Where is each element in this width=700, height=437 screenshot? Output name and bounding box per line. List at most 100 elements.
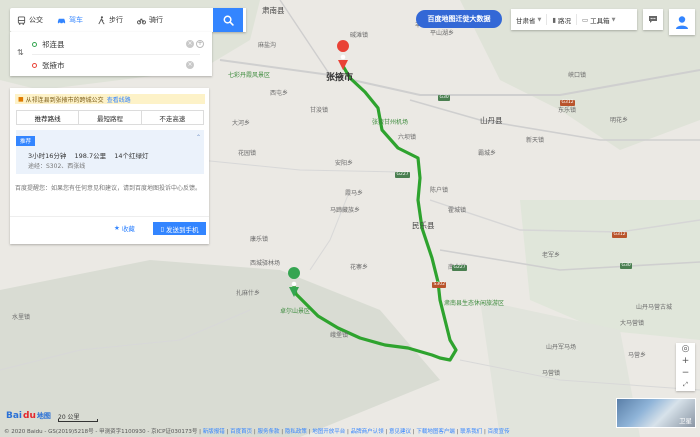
user-icon xyxy=(676,16,688,29)
add-waypoint-icon[interactable]: + xyxy=(196,40,204,48)
bus-icon xyxy=(17,15,26,25)
bus-icon: ■ xyxy=(18,95,24,103)
logo-text: Bai xyxy=(6,411,23,421)
copyright-text: © 2020 Baidu - GS(2019)5218号 - 甲测资字11009… xyxy=(4,429,198,435)
toolbox-label: 工具箱 xyxy=(590,16,610,25)
logo-paw-text: du xyxy=(23,411,36,421)
place-label: 老军乡 xyxy=(542,252,561,259)
swap-icon[interactable]: ⇅ xyxy=(17,48,24,57)
place-label: 山丹马营古城 xyxy=(636,304,673,311)
favorite-button[interactable]: ★ 收藏 xyxy=(114,223,135,233)
footer-link[interactable]: 百度首页 xyxy=(230,429,252,435)
place-label: 峡口镇 xyxy=(568,72,587,79)
footer-link[interactable]: 意见建议 xyxy=(389,429,411,435)
route-input-box: ⇅ 祁连县 × + 张掖市 × xyxy=(10,32,212,76)
poi-label: 卓尔山景区 xyxy=(280,308,311,315)
toolbox-button[interactable]: ▭ 工具箱 ▼ xyxy=(577,14,621,25)
poi-label: 七彩丹霞风景区 xyxy=(228,72,271,79)
footer-link[interactable]: 联系我们 xyxy=(460,429,482,435)
region-label: 甘肃省 xyxy=(516,16,536,25)
traffic-icon: ▮ xyxy=(552,15,556,24)
poi-label: 肃南县生态休闲旅游区 xyxy=(444,300,505,307)
place-label: 民乐县 xyxy=(412,221,435,230)
tab-label: 步行 xyxy=(109,16,123,24)
message-icon xyxy=(649,16,657,23)
place-label: 大马营镇 xyxy=(620,320,645,327)
end-value: 张掖市 xyxy=(42,60,65,70)
start-field[interactable]: 祁连县 × + xyxy=(32,35,204,53)
place-label: 陈户镇 xyxy=(430,187,449,194)
end-field[interactable]: 张掖市 × xyxy=(32,56,202,74)
place-label: 山丹军马场 xyxy=(546,344,577,351)
user-avatar-button[interactable] xyxy=(669,9,695,35)
city-label-zhangye: 张掖市 xyxy=(326,73,354,83)
satellite-label: 卫星 xyxy=(679,417,692,425)
place-label: 安阳乡 xyxy=(335,160,354,167)
search-button[interactable] xyxy=(213,8,243,32)
footer-link[interactable]: 品牌商户认领 xyxy=(351,429,384,435)
chevron-down-icon: ▼ xyxy=(537,16,542,23)
option-recommended[interactable]: 推荐路线 xyxy=(17,111,80,124)
migration-bigdata-button[interactable]: 百度地图迁徙大数据 xyxy=(416,10,502,28)
option-no-highway[interactable]: 不走高速 xyxy=(142,111,203,124)
option-shortest[interactable]: 最短路程 xyxy=(79,111,142,124)
footer-link[interactable]: 隐私政策 xyxy=(285,429,307,435)
place-label: 麻盐沟 xyxy=(258,42,277,49)
mode-tabbar: 公交 驾车 步行 骑行 ✕ xyxy=(10,8,246,32)
place-label: 花寨乡 xyxy=(350,264,369,271)
zoom-out-button[interactable]: − xyxy=(676,367,695,379)
send-to-phone-button[interactable]: ▯ 发送到手机 xyxy=(153,222,206,235)
traffic-button[interactable]: ▮ 路况 xyxy=(547,14,577,25)
message-button[interactable] xyxy=(643,9,663,30)
place-label: 马蹄藏族乡 xyxy=(330,207,361,214)
map-toolbar: 甘肃省 ▼ ▮ 路况 ▭ 工具箱 ▼ xyxy=(511,9,637,30)
toolbox-icon: ▭ xyxy=(581,15,589,24)
traffic-lights: 14个红绿灯 xyxy=(114,152,149,160)
chevron-up-icon[interactable]: ⌃ xyxy=(196,134,201,141)
fullscreen-icon[interactable]: ⤢ xyxy=(676,379,695,391)
route-options: 推荐路线 最短路程 不走高速 xyxy=(16,110,204,125)
view-lines-link[interactable]: 查看线路 xyxy=(107,95,131,104)
clear-start-icon[interactable]: × xyxy=(186,40,194,48)
tab-bike[interactable]: 骑行 xyxy=(130,8,170,32)
via-roads: 途经：S302、西张线 xyxy=(28,163,86,170)
satellite-thumbnail[interactable]: 卫星 xyxy=(616,398,696,428)
tab-walk[interactable]: 步行 xyxy=(90,8,130,32)
locate-icon[interactable]: ◎ xyxy=(676,343,695,355)
route-plan-card[interactable]: 推荐 ⌃ 3小时16分钟 198.7公里 14个红绿灯 途经：S302、西张线 xyxy=(16,130,204,174)
tab-label: 骑行 xyxy=(149,16,163,24)
duration: 3小时16分钟 xyxy=(28,152,67,160)
road-badge: G30 xyxy=(620,263,633,269)
footer-link[interactable]: 服务条款 xyxy=(258,429,280,435)
place-label: 碱滩镇 xyxy=(350,32,369,39)
footer-link[interactable]: 百度宣传 xyxy=(488,429,510,435)
baidu-logo: Bai du 地图 xyxy=(6,411,51,421)
road-badge: G312 xyxy=(560,100,576,106)
footer-link[interactable]: 新版报错 xyxy=(203,429,225,435)
clear-end-icon[interactable]: × xyxy=(186,61,194,69)
recommend-badge: 推荐 xyxy=(16,136,36,146)
start-dot-icon xyxy=(32,41,37,47)
tab-bus[interactable]: 公交 xyxy=(10,8,50,32)
place-label: 水里镇 xyxy=(12,314,31,321)
chevron-down-icon: ▼ xyxy=(611,16,616,23)
logo-map-text: 地图 xyxy=(36,412,51,420)
road-badge: G227 xyxy=(395,172,411,178)
place-label: 山丹县 xyxy=(480,116,503,125)
place-label: 马营乡 xyxy=(628,352,647,359)
region-select[interactable]: 甘肃省 ▼ xyxy=(511,14,548,25)
footer-link[interactable]: 下载地图客户端 xyxy=(416,429,455,435)
cross-city-bus-tip: ■ 从祁连县到张掖市的跨城公交 查看线路 xyxy=(15,94,205,104)
footer-link[interactable]: 地图开放平台 xyxy=(312,429,345,435)
zoom-control: ◎ + − ⤢ xyxy=(676,343,695,391)
road-badge: G312 xyxy=(612,232,628,238)
place-label: 东乐镇 xyxy=(558,107,577,114)
zoom-in-button[interactable]: + xyxy=(676,355,695,367)
star-icon: ★ xyxy=(114,224,120,232)
place-label: 甘浚镇 xyxy=(310,107,329,114)
place-label: 马营镇 xyxy=(542,370,561,377)
tab-car[interactable]: 驾车 xyxy=(50,8,90,32)
bus-tip-text: 从祁连县到张掖市的跨城公交 xyxy=(25,96,104,104)
place-label: 峨堡镇 xyxy=(330,332,349,339)
start-value: 祁连县 xyxy=(42,39,65,49)
